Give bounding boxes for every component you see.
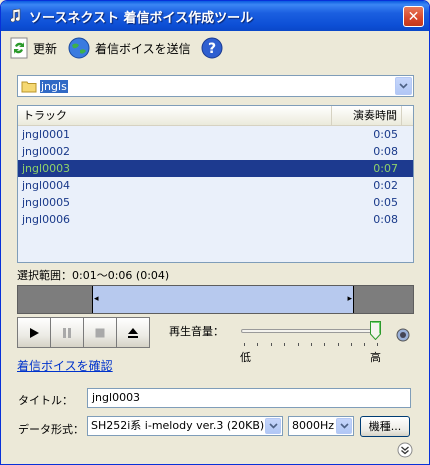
track-row[interactable]: jngl0003 0:07 [18,160,413,177]
music-note-icon [10,8,21,23]
transport-controls [17,317,150,348]
folder-select-value: jngls [40,79,68,93]
track-row[interactable]: jngl0002 0:08 [18,143,413,160]
track-duration: 0:05 [373,128,398,141]
help-button[interactable]: ? [201,37,227,59]
chevron-down-icon [399,83,408,89]
pause-button[interactable] [50,317,84,348]
eject-icon [128,327,138,338]
track-name: jngl0006 [22,213,71,226]
toolbar: 更新 着信ボイスを送信 ? [1,31,429,65]
rate-dropdown-button[interactable] [336,418,352,434]
track-row[interactable]: jngl0005 0:05 [18,194,413,211]
volume-low-label: 低 [240,351,251,364]
folder-select[interactable]: jngls [17,75,414,97]
play-icon [30,327,39,338]
app-window: ソースネクスト 着信ボイス作成ツール ✕ 更新 着信ボイスを送信 ? jngls… [0,0,430,465]
volume-label: 再生音量： [169,325,224,338]
speaker-icon[interactable] [395,327,411,343]
stop-button[interactable] [83,317,117,348]
track-duration: 0:08 [373,213,398,226]
track-name: jngl0003 [22,162,71,175]
track-row[interactable]: jngl0006 0:08 [18,211,413,228]
confirm-voice-link[interactable]: 着信ボイスを確認 [17,357,113,374]
volume-high-label: 高 [370,351,381,364]
selection-range-label: 選択範囲：0:01～0:06 (0:04) [17,269,170,282]
help-icon: ? [201,37,223,59]
stop-icon [95,328,105,337]
track-row[interactable]: jngl0001 0:05 [18,126,413,143]
title-field-label: タイトル： [18,394,73,407]
pause-icon [63,327,71,338]
format-select-value: SH252i系 i-melody ver.3 (20KB) [91,419,265,432]
globe-icon [68,37,90,59]
folder-dropdown-button[interactable] [395,77,412,95]
svg-text:?: ? [208,41,216,57]
folder-icon [21,81,37,93]
track-name: jngl0005 [22,196,71,209]
column-duration[interactable]: 演奏時間 [332,106,402,125]
expand-icon[interactable] [397,442,413,458]
volume-slider-thumb[interactable] [370,321,381,340]
format-select[interactable]: SH252i系 i-melody ver.3 (20KB) [87,416,283,436]
chevron-down-icon [339,423,349,429]
send-voice-button[interactable]: 着信ボイスを送信 [67,36,191,60]
rate-select-value: 8000Hz [292,419,335,432]
play-button[interactable] [17,317,51,348]
chevron-down-icon [268,423,278,429]
volume-slider[interactable] [241,329,377,333]
refresh-button[interactable]: 更新 [9,37,57,59]
track-name: jngl0002 [22,145,71,158]
refresh-label: 更新 [33,41,58,56]
waveform-selection[interactable]: ◂ ▸ [92,286,354,313]
left-handle-icon[interactable]: ◂ [94,294,99,304]
right-handle-icon[interactable]: ▸ [347,294,352,304]
format-field-label: データ形式： [18,423,84,436]
track-duration: 0:07 [373,162,398,175]
track-list-header: トラック 演奏時間 [18,106,413,126]
track-duration: 0:08 [373,145,398,158]
column-track[interactable]: トラック [18,106,332,125]
model-button[interactable]: 機種... [360,416,410,437]
waveform-range[interactable]: ◂ ▸ [17,285,414,314]
rate-select[interactable]: 8000Hz [288,416,354,436]
track-name: jngl0001 [22,128,71,141]
format-dropdown-button[interactable] [265,418,281,434]
close-button[interactable]: ✕ [403,6,424,27]
title-input[interactable]: jngl0003 [87,388,411,408]
track-name: jngl0004 [22,179,71,192]
title-bar: ソースネクスト 着信ボイス作成ツール ✕ [1,1,429,31]
track-duration: 0:05 [373,196,398,209]
refresh-icon [10,37,28,59]
window-title: ソースネクスト 着信ボイス作成ツール [29,10,254,26]
eject-button[interactable] [116,317,150,348]
track-list[interactable]: トラック 演奏時間 jngl0001 0:05 jngl0002 0:08 jn… [17,105,414,263]
close-icon: ✕ [407,8,420,25]
send-voice-label: 着信ボイスを送信 [95,41,191,56]
volume-ticks [244,343,378,347]
track-row[interactable]: jngl0004 0:02 [18,177,413,194]
track-duration: 0:02 [373,179,398,192]
